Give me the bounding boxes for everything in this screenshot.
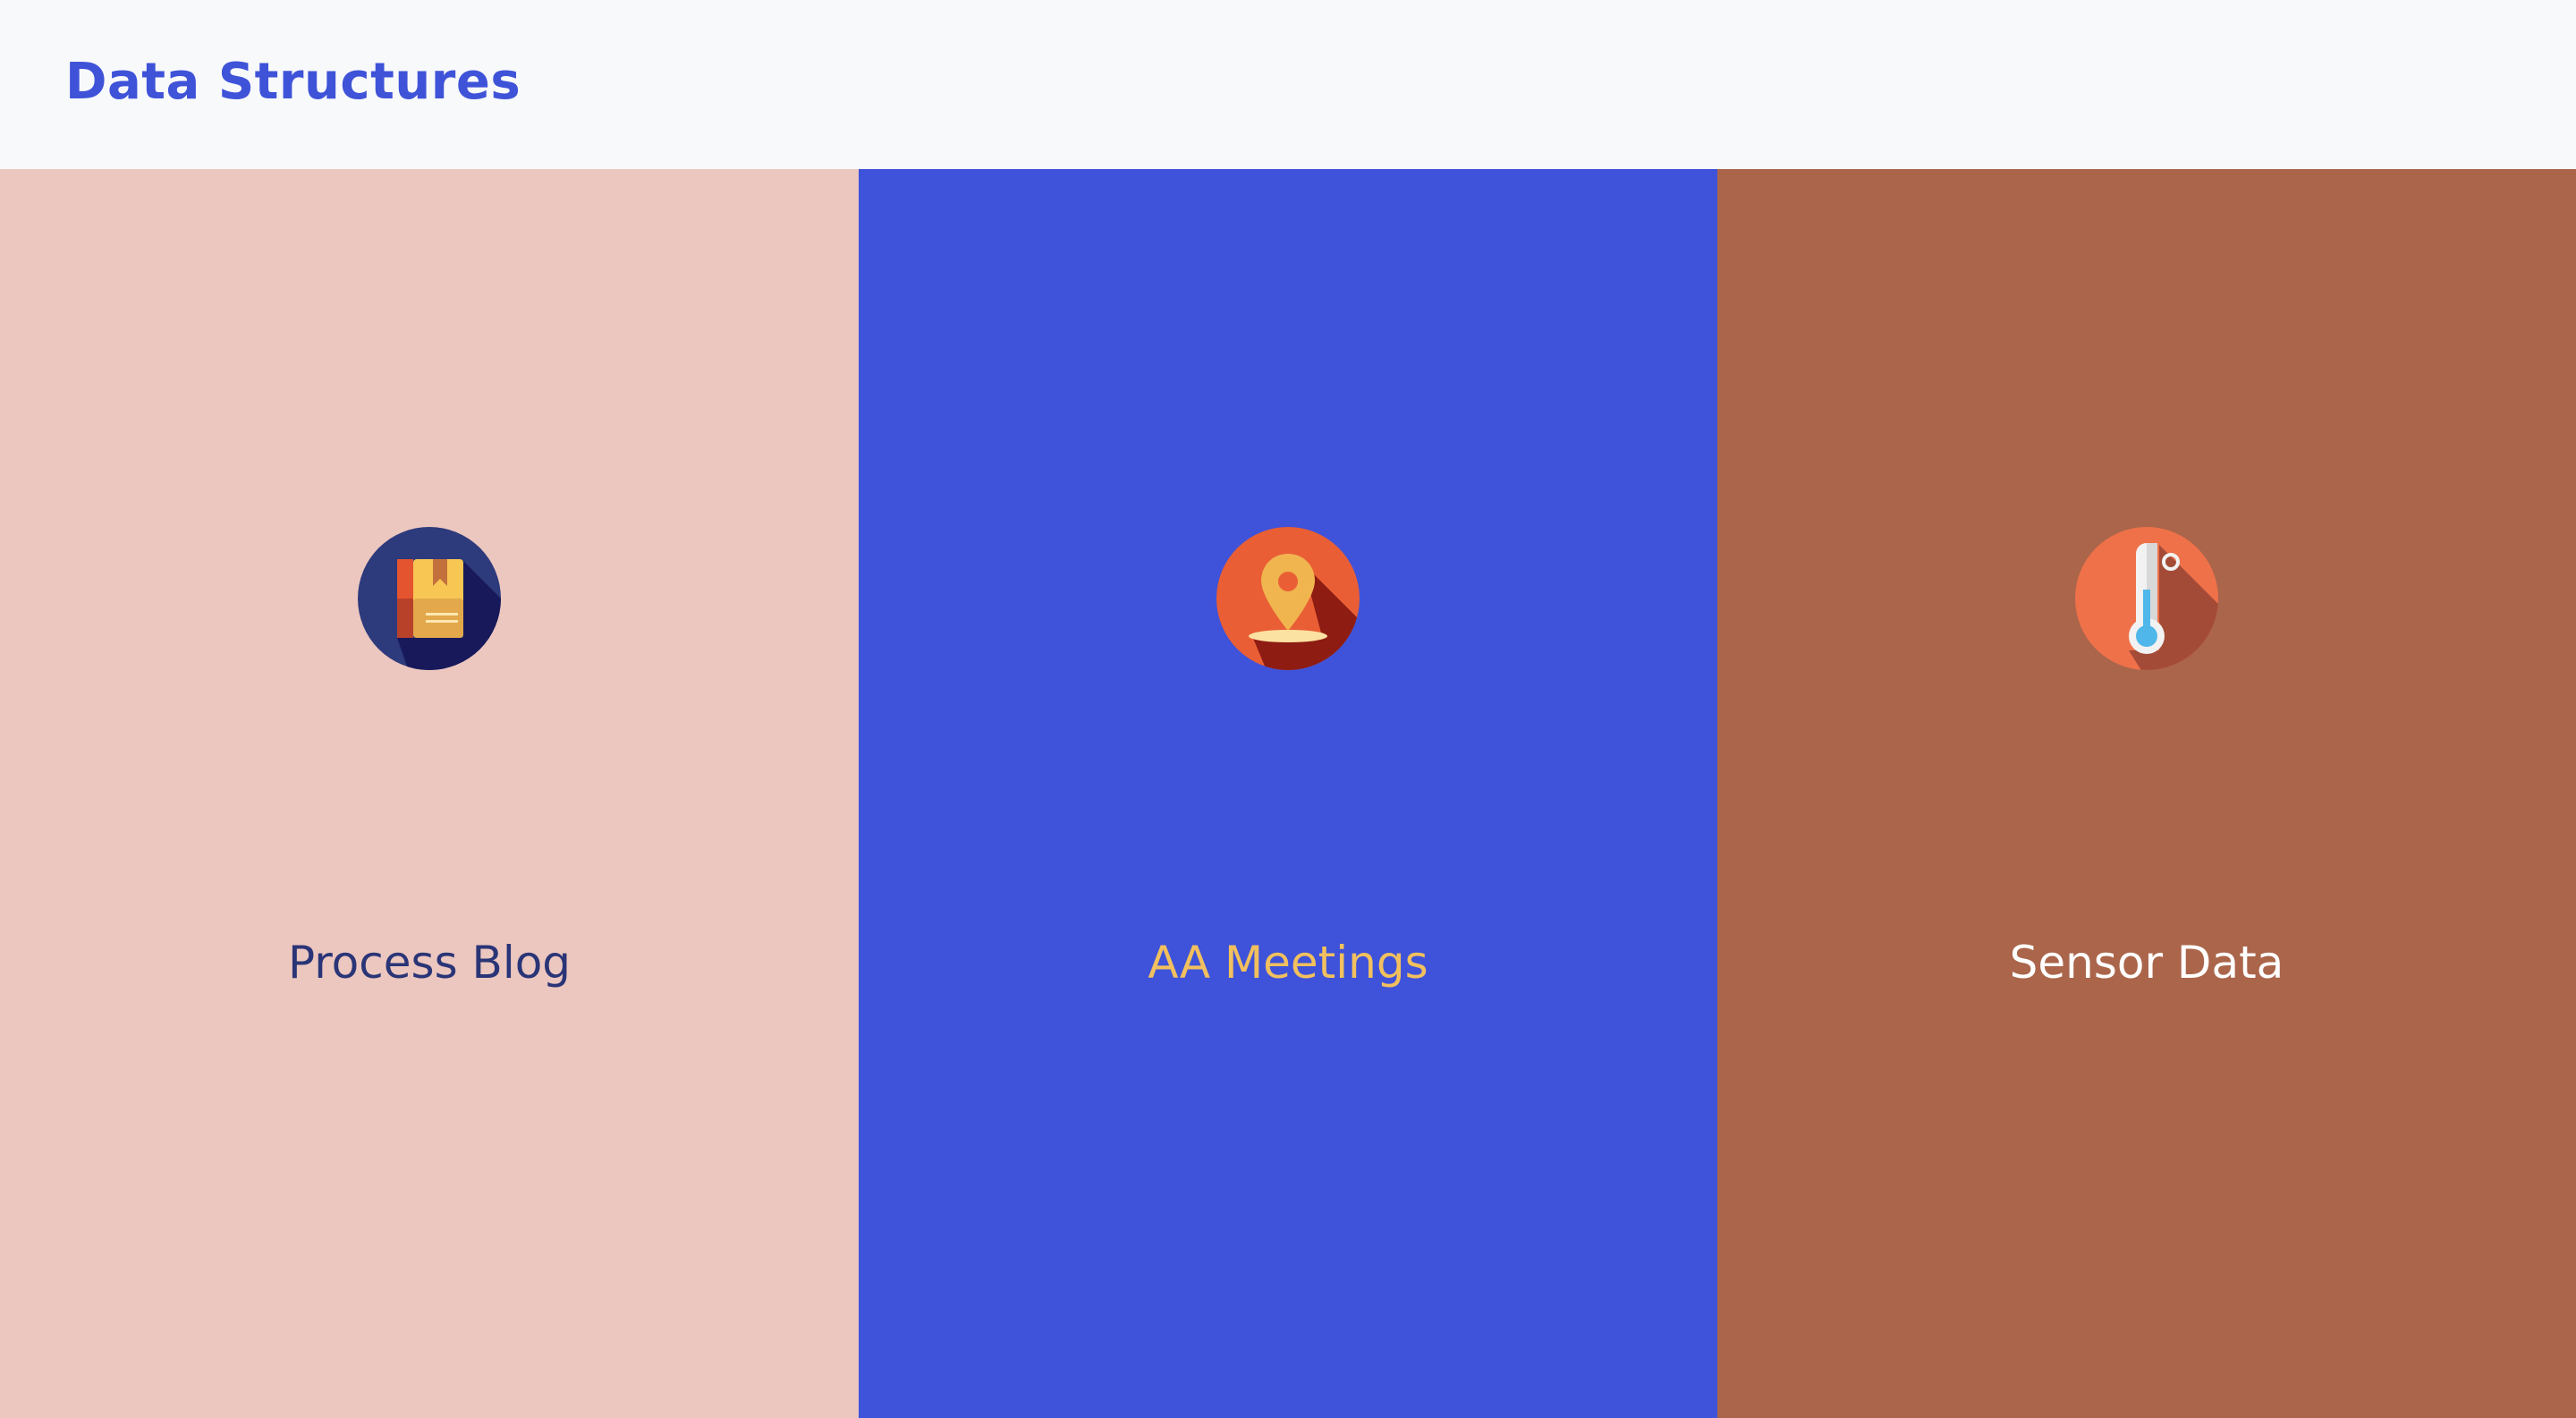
panel-aa-meetings[interactable]: AA Meetings [859,169,1717,1418]
book-icon [358,527,501,670]
panel-sensor-data[interactable]: Sensor Data [1717,169,2576,1418]
thermometer-icon [2075,527,2218,670]
panel-label: Process Blog [287,937,572,989]
site-header: Data Structures [0,0,2576,169]
panel-label: Sensor Data [2009,937,2284,989]
panel-label: AA Meetings [1148,937,1428,989]
site-title[interactable]: Data Structures [65,49,521,115]
panel-grid: Process Blog AA Meetings Sensor Data [0,169,2576,1418]
panel-process-blog[interactable]: Process Blog [0,169,859,1418]
map-pin-icon [1216,527,1360,670]
